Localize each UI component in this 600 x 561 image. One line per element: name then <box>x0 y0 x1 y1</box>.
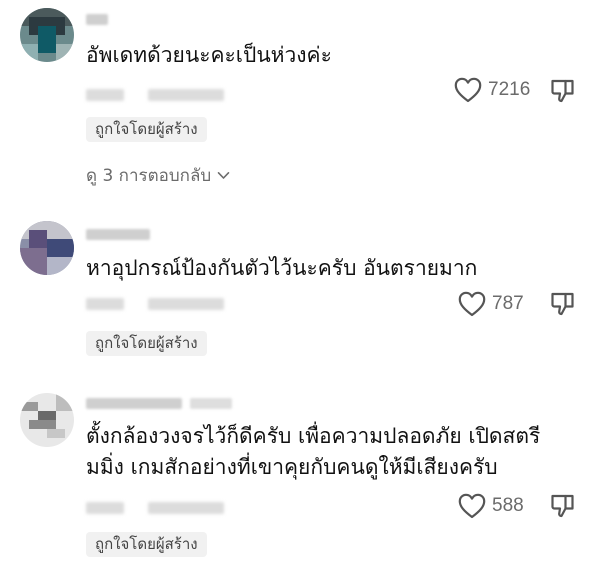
heart-outline-icon <box>458 493 486 519</box>
username-suffix-blurred <box>190 398 232 409</box>
avatar[interactable] <box>20 393 74 447</box>
comment-item: ตั้งกล้องวงจรไว้ก็ดีครับ เพื่อความปลอดภั… <box>0 0 600 561</box>
thumbs-down-outline-icon[interactable] <box>550 493 576 519</box>
username-blurred[interactable] <box>86 398 182 409</box>
comment-timestamp-blurred <box>86 502 124 514</box>
reply-button-blurred[interactable] <box>148 502 224 514</box>
liked-by-creator-badge: ถูกใจโดยผู้สร้าง <box>86 532 207 557</box>
like-count: 588 <box>492 495 524 516</box>
like-button[interactable]: 588 <box>458 493 524 519</box>
comment-text: ตั้งกล้องวงจรไว้ก็ดีครับ เพื่อความปลอดภั… <box>86 424 541 479</box>
